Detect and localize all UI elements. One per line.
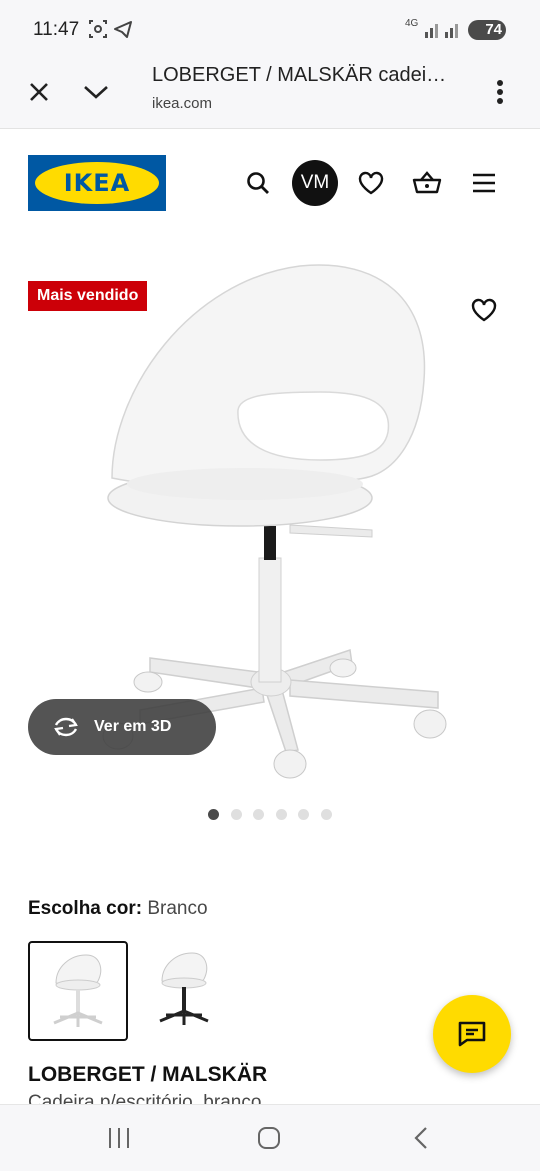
close-tab-button[interactable]: [21, 74, 57, 110]
view-in-3d-label: Ver em 3D: [94, 718, 172, 735]
color-selector-label: Escolha cor: Branco: [28, 898, 208, 920]
add-to-wishlist-button[interactable]: [466, 292, 502, 328]
more-options-button[interactable]: [482, 74, 518, 110]
back-icon: [414, 1127, 427, 1149]
gallery-dot[interactable]: [253, 809, 264, 820]
white-chair-thumbnail: [53, 954, 103, 1027]
product-gallery[interactable]: Mais vendido Ver em 3D: [0, 240, 540, 800]
rotate-3d-icon: [54, 717, 78, 737]
menu-button[interactable]: [466, 165, 502, 201]
minimize-button[interactable]: [78, 74, 114, 110]
search-icon: [247, 172, 269, 194]
heart-icon: [358, 171, 384, 195]
cart-icon: [412, 171, 442, 194]
swatch-black[interactable]: [136, 941, 232, 1037]
page-url: ikea.com: [152, 95, 213, 112]
best-seller-badge: Mais vendido: [28, 281, 148, 311]
swatch-white[interactable]: [28, 941, 128, 1041]
more-vertical-icon: [497, 80, 503, 104]
chat-button[interactable]: [433, 995, 511, 1073]
close-icon: [30, 83, 48, 101]
browser-bar: LOBERGET / MALSKÄR cadei… ikea.com: [0, 60, 540, 129]
recent-apps-button[interactable]: [104, 1123, 134, 1153]
gallery-dot[interactable]: [276, 809, 287, 820]
site-header: IKEA VM: [0, 129, 540, 239]
back-button[interactable]: [406, 1123, 436, 1153]
gallery-dot[interactable]: [208, 809, 219, 820]
chat-icon: [458, 1021, 486, 1047]
signal-icon: [423, 18, 463, 45]
product-name: LOBERGET / MALSKÄR: [28, 1063, 268, 1086]
network-type: 4G: [405, 18, 419, 29]
wishlist-button[interactable]: [353, 165, 389, 201]
chevron-down-icon: [84, 86, 108, 99]
recent-apps-icon: [109, 1128, 129, 1148]
ikea-logo[interactable]: IKEA: [28, 155, 166, 211]
cart-button[interactable]: [409, 165, 445, 201]
gallery-dot[interactable]: [321, 809, 332, 820]
battery-indicator: 74: [468, 20, 506, 40]
gallery-pagination: [0, 808, 540, 822]
selected-color: Branco: [147, 898, 208, 919]
home-icon: [258, 1127, 280, 1149]
status-bar: 11:47 4G 74: [0, 0, 540, 60]
status-time: 11:47: [33, 19, 80, 40]
gallery-dot[interactable]: [231, 809, 242, 820]
black-chair-thumbnail: [159, 952, 209, 1025]
home-button[interactable]: [254, 1123, 284, 1153]
avatar[interactable]: VM: [292, 160, 338, 206]
telegram-icon: [113, 18, 133, 45]
system-nav-bar: [0, 1104, 540, 1171]
search-button[interactable]: [240, 165, 276, 201]
hamburger-icon: [473, 173, 495, 193]
color-label-prefix: Escolha cor:: [28, 898, 143, 919]
view-in-3d-button[interactable]: Ver em 3D: [28, 699, 216, 755]
heart-icon: [471, 298, 497, 322]
page-title: LOBERGET / MALSKÄR cadei…: [152, 64, 447, 86]
gallery-dot[interactable]: [298, 809, 309, 820]
screenshot-icon: [88, 18, 108, 45]
